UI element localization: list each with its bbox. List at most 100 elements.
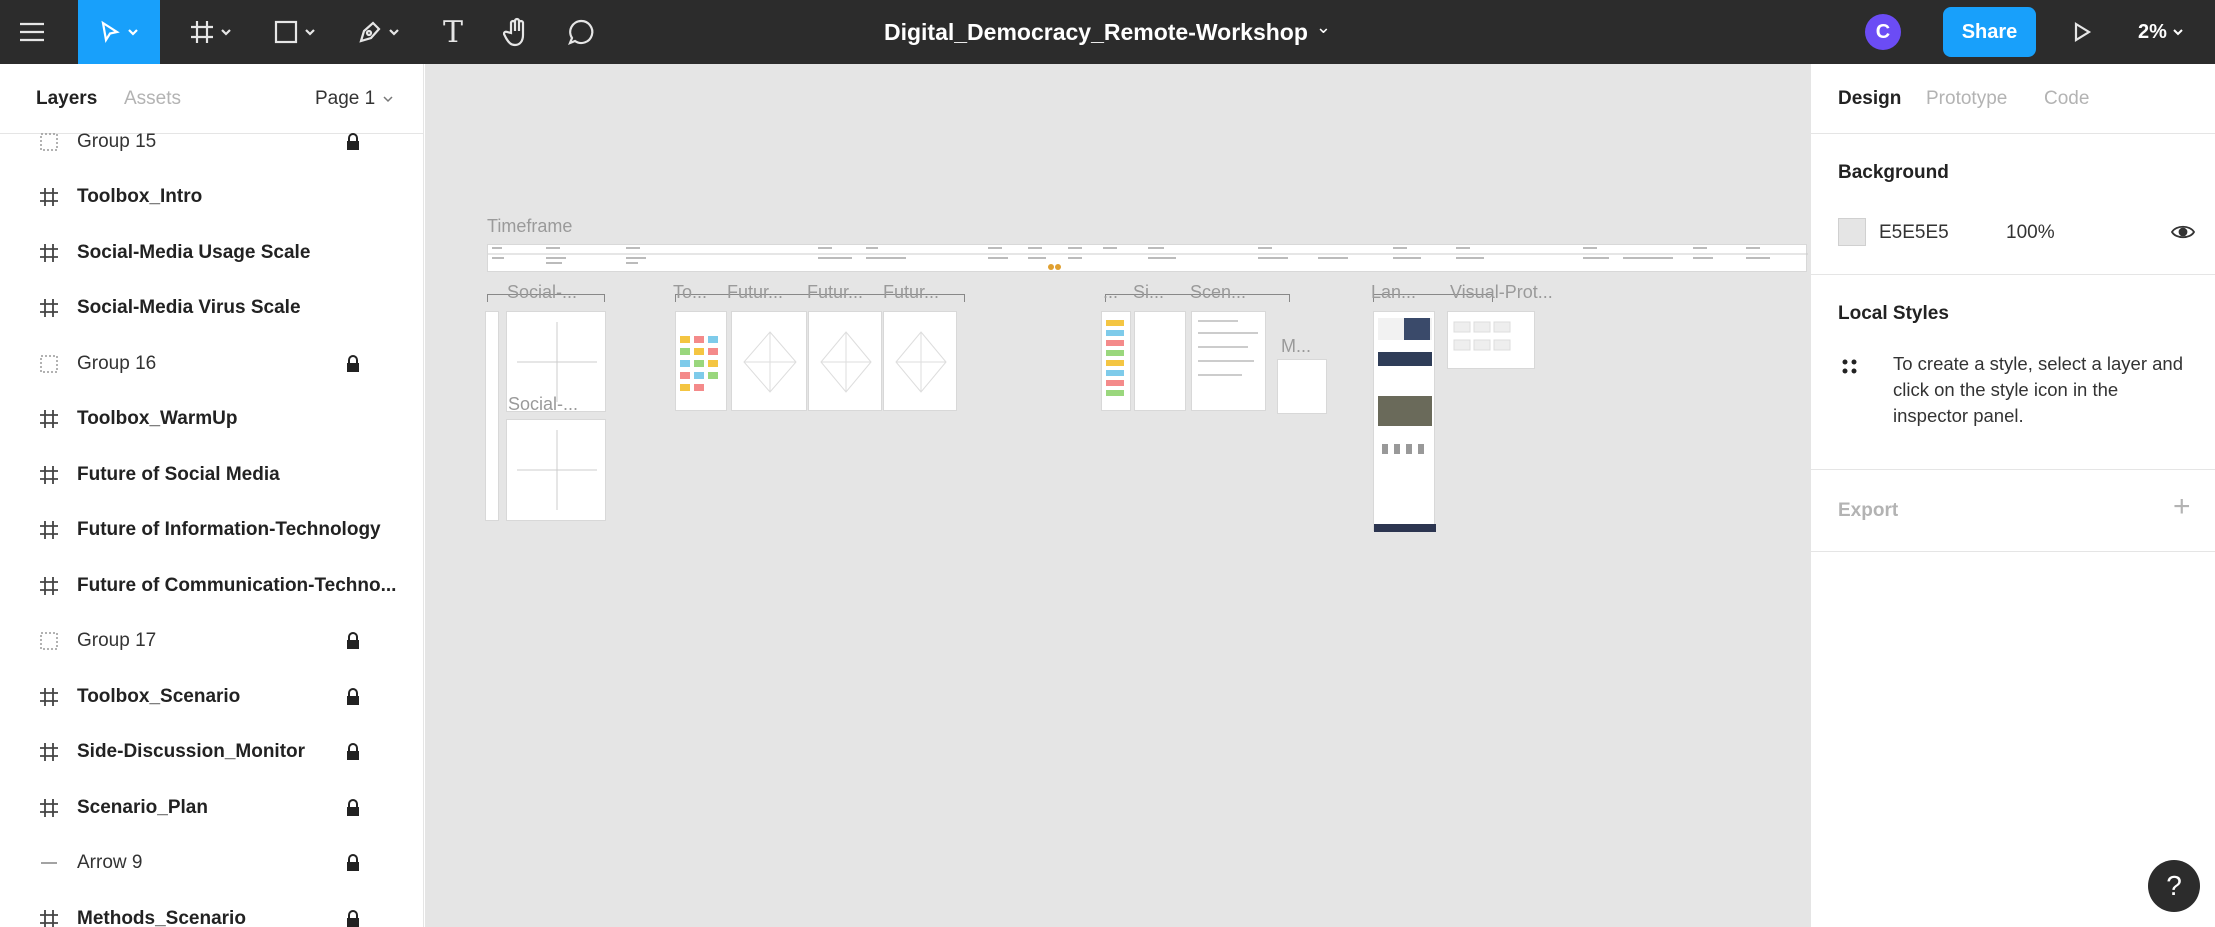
layer-row[interactable]: Side-Discussion_Monitor (0, 725, 423, 780)
layer-row[interactable]: Social-Media Usage Scale (0, 225, 423, 280)
frame-future-social-media[interactable] (731, 311, 807, 411)
inspector-panel: Design Prototype Code Background E5E5E5 … (1810, 64, 2215, 927)
frame-toolbox-warmup[interactable] (675, 311, 727, 411)
layer-name: Toolbox_Intro (77, 186, 203, 207)
layer-row[interactable]: Group 17 (0, 614, 423, 669)
layer-row[interactable]: Group 15 (0, 114, 423, 169)
local-styles-heading: Local Styles (1838, 303, 1949, 324)
background-hex-value[interactable]: E5E5E5 (1879, 222, 1949, 244)
lock-icon[interactable] (345, 132, 361, 151)
layer-row[interactable]: Group 16 (0, 336, 423, 391)
frame-future-information-technology[interactable] (808, 311, 882, 411)
frame-label-toolbox[interactable]: To... (673, 282, 707, 303)
canvas[interactable]: Timeframe Social-... Social-... To... Fu… (425, 64, 1810, 927)
main-menu-button[interactable] (0, 0, 64, 64)
lock-icon[interactable] (345, 854, 361, 872)
frame-icon (36, 795, 62, 821)
move-tool-button[interactable] (78, 0, 160, 64)
frame-icon (36, 573, 62, 599)
background-section: Background E5E5E5 100% (1811, 134, 2215, 275)
file-title[interactable]: Digital_Democracy_Remote-Workshop (884, 19, 1308, 46)
frame-side-discussion-monitor[interactable] (1134, 311, 1186, 411)
layer-row[interactable]: Toolbox_Intro (0, 170, 423, 225)
help-button[interactable]: ? (2148, 860, 2200, 912)
background-opacity-value[interactable]: 100% (2006, 222, 2055, 244)
tab-code[interactable]: Code (2044, 88, 2089, 110)
chevron-down-icon (2173, 29, 2183, 36)
layer-row[interactable]: Toolbox_Scenario (0, 669, 423, 724)
group-icon (36, 628, 62, 654)
lock-icon[interactable] (345, 687, 361, 706)
text-tool-button[interactable]: T (428, 0, 478, 64)
frame-timeframe[interactable] (487, 244, 1808, 272)
frame-social-strip[interactable] (485, 311, 499, 521)
layer-name: Group 15 (77, 130, 157, 152)
user-avatar[interactable]: C (1865, 14, 1901, 50)
frame-label-social-2[interactable]: Social-... (508, 394, 578, 415)
layer-row[interactable]: Future of Communication-Techno... (0, 558, 423, 613)
landing-mockup (1374, 318, 1436, 532)
frame-label-future-2[interactable]: Futur... (807, 282, 863, 303)
layer-name: Future of Social Media (77, 463, 280, 485)
add-export-icon[interactable]: + (2173, 490, 2191, 524)
frame-label-landing[interactable]: Lan... (1371, 282, 1416, 303)
share-button[interactable]: Share (1943, 7, 2036, 57)
tab-prototype[interactable]: Prototype (1926, 88, 2007, 110)
frame-label-timeframe[interactable]: Timeframe (487, 216, 572, 237)
pen-tool-button[interactable] (346, 0, 412, 64)
tab-assets[interactable]: Assets (124, 88, 181, 110)
lock-icon[interactable] (345, 743, 361, 761)
frame-label-scenario-plan[interactable]: Scen... (1190, 282, 1246, 303)
layer-row[interactable]: Toolbox_WarmUp (0, 392, 423, 447)
chevron-down-icon[interactable]: ⌄ (1316, 17, 1331, 38)
lock-icon[interactable] (345, 354, 361, 373)
radar-diagram (895, 331, 947, 393)
tab-layers[interactable]: Layers (36, 88, 97, 110)
lock-icon[interactable] (345, 632, 361, 650)
hamburger-icon (20, 22, 44, 42)
layer-name: Methods_Scenario (77, 907, 246, 927)
layer-row[interactable]: Future of Information-Technology (0, 503, 423, 558)
frame-label-side-discussion[interactable]: Si... (1133, 282, 1164, 303)
layer-row[interactable]: Scenario_Plan (0, 780, 423, 835)
frame-visual-prototype[interactable] (1447, 311, 1535, 369)
frame-tool-button[interactable] (178, 0, 244, 64)
layer-row[interactable]: Methods_Scenario (0, 891, 423, 927)
export-heading: Export (1838, 500, 1899, 521)
hand-tool-button[interactable] (492, 0, 542, 64)
layer-name: Future of Communication-Techno... (77, 574, 397, 596)
shape-tool-button[interactable] (262, 0, 328, 64)
background-swatch[interactable] (1838, 218, 1866, 246)
prototype-boxes (1453, 321, 1511, 351)
layer-row[interactable]: Arrow 9 (0, 836, 423, 891)
scale-diagram (517, 430, 597, 510)
frame-label-social[interactable]: Social-... (507, 282, 577, 303)
frame-label-future-1[interactable]: Futur... (727, 282, 783, 303)
present-button[interactable] (2060, 0, 2104, 64)
play-icon (2074, 22, 2092, 42)
frame-methods-scenario[interactable] (1277, 359, 1327, 414)
frame-label-visual-prototype[interactable]: Visual-Prot... (1450, 282, 1553, 303)
comment-icon (568, 19, 594, 45)
frame-label-toolbox-scenario[interactable]: ... (1103, 282, 1118, 303)
frame-future-communication-technology[interactable] (883, 311, 957, 411)
frame-landing[interactable] (1373, 311, 1436, 532)
frame-toolbox-scenario[interactable] (1101, 311, 1131, 411)
layer-row[interactable]: Future of Social Media (0, 447, 423, 502)
frame-label-future-3[interactable]: Futur... (883, 282, 939, 303)
background-heading: Background (1838, 162, 1949, 183)
page-selector[interactable]: Page 1 (315, 88, 395, 110)
frame-label-methods-scenario[interactable]: M... (1281, 336, 1311, 357)
zoom-menu[interactable]: 2% (2138, 0, 2185, 64)
frame-social-virus[interactable] (506, 419, 606, 521)
tab-design[interactable]: Design (1838, 88, 1901, 110)
comment-tool-button[interactable] (556, 0, 606, 64)
frame-icon (36, 184, 62, 210)
lock-icon[interactable] (345, 909, 361, 927)
line-icon (36, 850, 62, 876)
layer-row[interactable]: Social-Media Virus Scale (0, 281, 423, 336)
eye-icon[interactable] (2171, 223, 2195, 241)
frame-scenario-plan[interactable] (1191, 311, 1266, 411)
lock-icon[interactable] (345, 798, 361, 817)
frame-icon (36, 906, 62, 927)
